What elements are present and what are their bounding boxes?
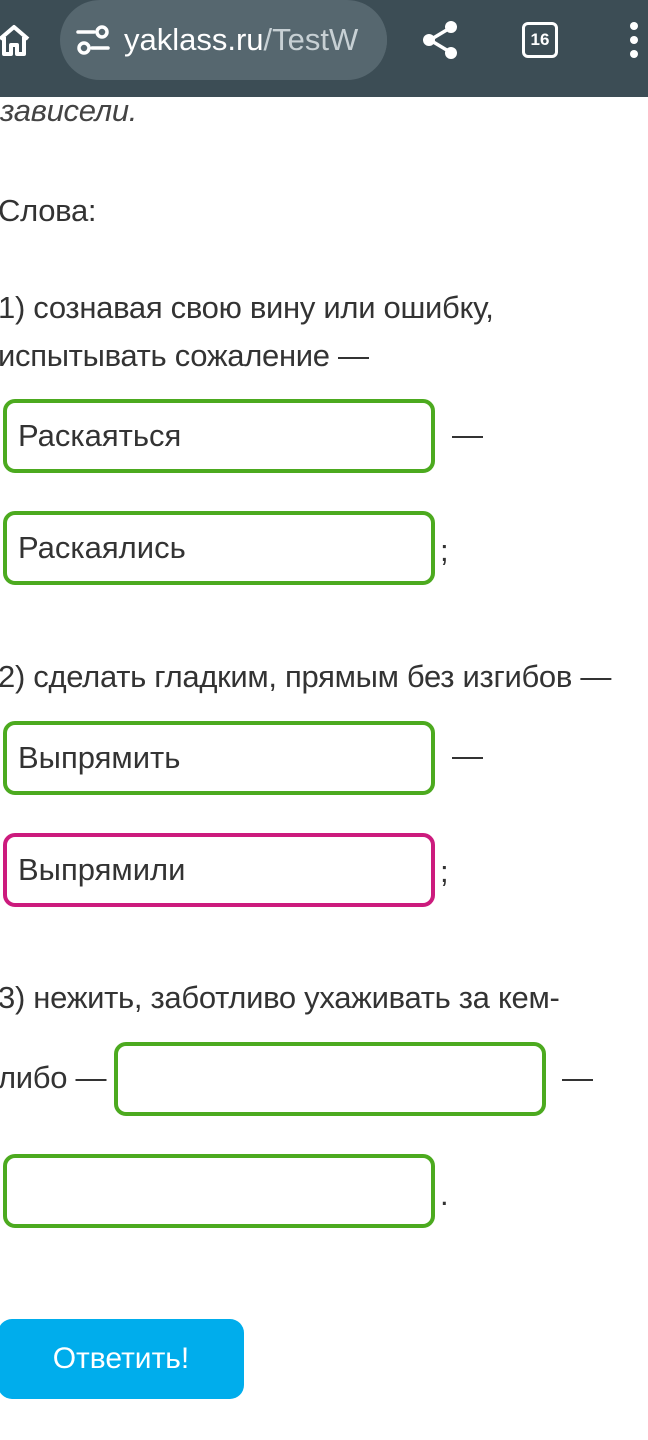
item-2-answer-infinitive[interactable] [3, 721, 435, 795]
item-1-definition-line1: 1) сознавая свою вину или ошибку, [0, 290, 494, 325]
address-bar[interactable]: yaklass.ru/TestW [60, 0, 387, 80]
item-3-definition-line1: 3) нежить, заботливо ухаживать за кем- [0, 980, 560, 1015]
item-3-period: . [440, 1177, 449, 1212]
item-1-dash: — [452, 417, 483, 452]
home-button[interactable] [0, 18, 36, 62]
item-1-answer-past-plural[interactable] [3, 511, 435, 585]
tab-count: 16 [530, 30, 550, 49]
item-1-semicolon: ; [440, 533, 449, 568]
item-2-semicolon: ; [440, 854, 449, 889]
site-info-icon[interactable] [76, 24, 110, 56]
item-3-answer-past-plural[interactable] [3, 1154, 435, 1228]
item-1-definition-line2: испытывать сожаление — [0, 338, 369, 373]
item-3-answer-infinitive[interactable] [114, 1042, 546, 1116]
item-2-dash: — [452, 738, 483, 773]
url-path: /TestW [263, 22, 359, 57]
item-3-dash: — [562, 1060, 593, 1095]
menu-icon[interactable] [626, 20, 642, 60]
url-text: yaklass.ru/TestW [124, 19, 358, 61]
share-icon[interactable] [418, 18, 462, 62]
submit-button[interactable]: Ответить! [0, 1319, 244, 1399]
item-3-definition-line2: либо — [0, 1060, 107, 1095]
url-fade [357, 0, 387, 80]
tabs-icon[interactable]: 16 [522, 22, 558, 58]
intro-text-tail: зависели. [0, 93, 138, 128]
browser-toolbar: yaklass.ru/TestW 16 [0, 0, 648, 97]
item-1-answer-infinitive[interactable] [3, 399, 435, 473]
item-2-definition-line1: 2) сделать гладким, прямым без изгибов — [0, 659, 612, 694]
home-icon [0, 25, 30, 56]
item-2-answer-past-plural[interactable] [3, 833, 435, 907]
url-host: yaklass.ru [124, 22, 264, 57]
words-label: Слова: [0, 193, 97, 228]
